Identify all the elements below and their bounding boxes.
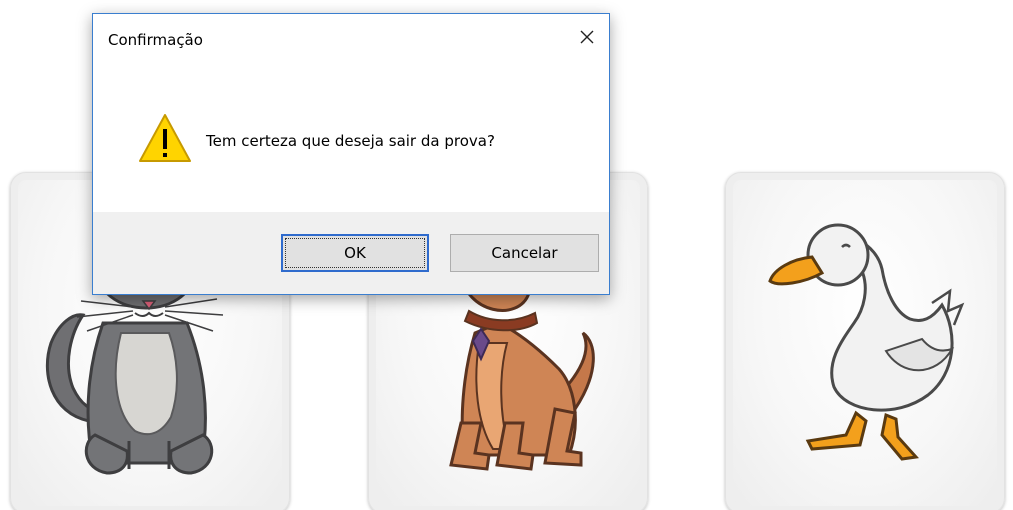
ok-button[interactable]: OK — [281, 234, 429, 272]
duck-illustration-icon — [768, 223, 965, 461]
animal-card-duck[interactable] — [725, 172, 1005, 510]
dialog-button-bar: OK Cancelar — [93, 212, 609, 294]
cancel-button-label: Cancelar — [491, 244, 558, 262]
close-icon[interactable] — [573, 24, 601, 50]
quiz-screen: Confirmação Tem certeza que deseja sair … — [0, 0, 1013, 510]
confirmation-dialog: Confirmação Tem certeza que deseja sair … — [92, 13, 610, 295]
ok-button-label: OK — [344, 244, 366, 262]
cancel-button[interactable]: Cancelar — [450, 234, 599, 272]
dialog-message: Tem certeza que deseja sair da prova? — [206, 132, 495, 150]
dialog-title: Confirmação — [108, 31, 203, 49]
warning-icon — [139, 114, 191, 162]
